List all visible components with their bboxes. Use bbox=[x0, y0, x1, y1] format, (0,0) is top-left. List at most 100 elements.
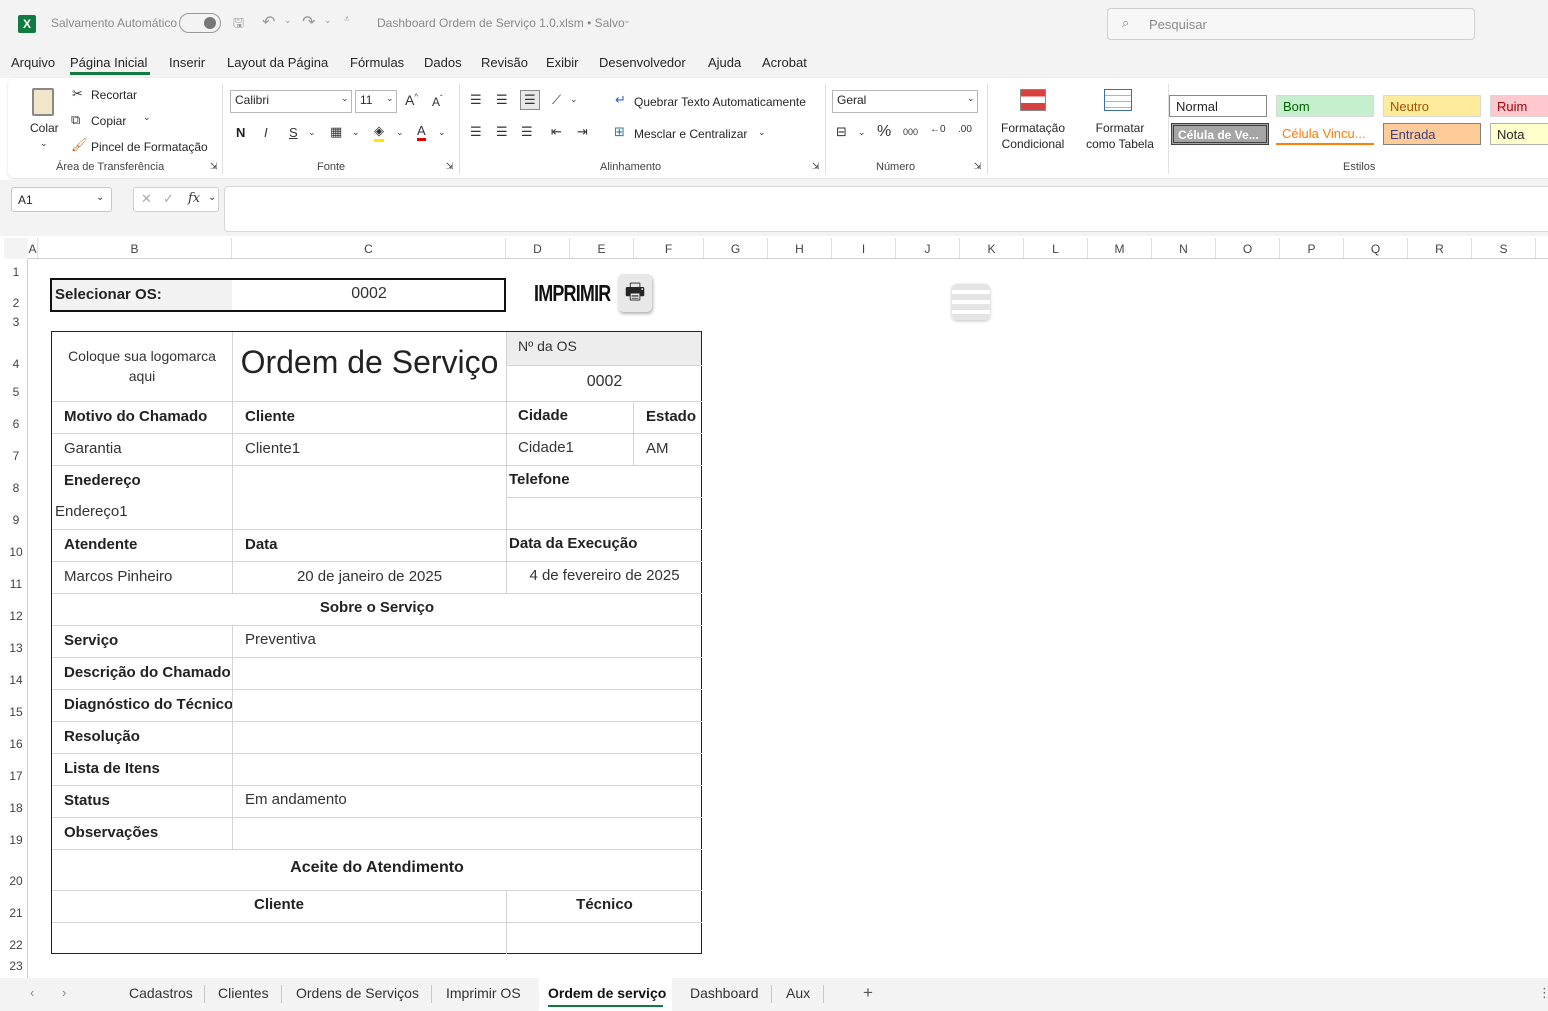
row-header[interactable]: 3 bbox=[4, 315, 28, 329]
chevron-down-icon[interactable]: ⌄ bbox=[396, 127, 404, 138]
row-header[interactable]: 20 bbox=[4, 874, 28, 888]
column-header[interactable]: I bbox=[832, 238, 896, 258]
sheet-tab-dashboard[interactable]: Dashboard bbox=[690, 985, 759, 1001]
align-middle-icon[interactable]: ☰ bbox=[496, 92, 508, 108]
tab-ajuda[interactable]: Ajuda bbox=[708, 55, 741, 70]
column-header[interactable]: E bbox=[570, 238, 634, 258]
file-title[interactable]: Dashboard Ordem de Serviço 1.0.xlsm • Sa… bbox=[377, 16, 625, 30]
cancel-icon[interactable]: ✕ bbox=[141, 191, 152, 207]
row-header[interactable]: 21 bbox=[4, 906, 28, 920]
sheet-tab-clientes[interactable]: Clientes bbox=[218, 985, 269, 1001]
increase-decimal-icon[interactable]: ←0 bbox=[930, 124, 946, 135]
row-header[interactable]: 22 bbox=[4, 938, 28, 952]
row-header[interactable]: 13 bbox=[4, 641, 28, 655]
thousands-icon[interactable]: 000 bbox=[903, 127, 918, 137]
wrap-text-button[interactable]: Quebrar Texto Automaticamente bbox=[634, 95, 806, 109]
tab-revisao[interactable]: Revisão bbox=[481, 55, 528, 70]
row-header[interactable]: 16 bbox=[4, 737, 28, 751]
column-header[interactable]: F bbox=[634, 238, 704, 258]
chevron-down-icon[interactable]: ⌄ bbox=[570, 94, 578, 105]
column-header[interactable]: D bbox=[506, 238, 570, 258]
tab-inserir[interactable]: Inserir bbox=[169, 55, 205, 70]
column-header[interactable]: O bbox=[1216, 238, 1280, 258]
tab-formulas[interactable]: Fórmulas bbox=[350, 55, 404, 70]
column-header[interactable]: L bbox=[1024, 238, 1088, 258]
column-header[interactable]: P bbox=[1280, 238, 1344, 258]
sheet-tab-cadastros[interactable]: Cadastros bbox=[129, 985, 193, 1001]
style-normal[interactable]: Normal bbox=[1169, 95, 1267, 117]
column-header[interactable]: A bbox=[28, 238, 38, 258]
column-header[interactable]: J bbox=[896, 238, 960, 258]
tab-desenvolvedor[interactable]: Desenvolvedor bbox=[599, 55, 686, 70]
merge-center-button[interactable]: Mesclar e Centralizar bbox=[634, 127, 747, 141]
select-all-corner[interactable] bbox=[4, 238, 28, 259]
printer-icon[interactable]: 🖶 bbox=[618, 274, 652, 312]
dialog-launcher-icon[interactable]: ⇲ bbox=[210, 161, 218, 172]
bold-button[interactable]: N bbox=[236, 125, 245, 140]
font-name-select[interactable]: Calibri ⌄ bbox=[230, 90, 352, 113]
undo-icon[interactable]: ↶ bbox=[262, 12, 275, 32]
chevron-down-icon[interactable]: ⌄ bbox=[308, 127, 316, 138]
row-header[interactable]: 1 bbox=[4, 265, 28, 279]
column-header[interactable]: R bbox=[1408, 238, 1472, 258]
align-left-icon[interactable]: ☰ bbox=[470, 124, 482, 140]
chevron-down-icon[interactable]: ⌄ bbox=[438, 127, 446, 138]
copy-button[interactable]: Copiar bbox=[91, 114, 126, 128]
column-header[interactable]: N bbox=[1152, 238, 1216, 258]
align-center-icon[interactable]: ☰ bbox=[496, 124, 508, 140]
align-right-icon[interactable]: ☰ bbox=[521, 124, 533, 140]
style-nota[interactable]: Nota bbox=[1490, 123, 1548, 145]
dialog-launcher-icon[interactable]: ⇲ bbox=[446, 161, 454, 172]
row-header[interactable]: 7 bbox=[4, 449, 28, 463]
number-format-select[interactable]: Geral ⌄ bbox=[832, 90, 978, 113]
paste-button[interactable]: Colar ⌄ bbox=[26, 86, 62, 156]
tab-layout[interactable]: Layout da Página bbox=[227, 55, 328, 70]
decrease-indent-icon[interactable]: ⇤ bbox=[551, 124, 562, 140]
select-os-input[interactable]: 0002 bbox=[232, 285, 506, 303]
align-top-icon[interactable]: ☰ bbox=[470, 92, 482, 108]
row-header[interactable]: 17 bbox=[4, 769, 28, 783]
fill-color-icon[interactable]: ◈ bbox=[374, 123, 384, 142]
chevron-down-icon[interactable]: ⌄ bbox=[284, 15, 292, 26]
row-header[interactable]: 10 bbox=[4, 545, 28, 559]
name-box[interactable]: A1 ⌄ bbox=[11, 187, 112, 212]
more-options-icon[interactable]: ⋮ bbox=[1538, 985, 1548, 1001]
conditional-formatting-button[interactable]: Formatação Condicional bbox=[992, 86, 1070, 156]
chevron-down-icon[interactable]: ⌄ bbox=[758, 127, 766, 138]
row-header[interactable]: 9 bbox=[4, 513, 28, 527]
cut-button[interactable]: Recortar bbox=[91, 88, 137, 102]
dialog-launcher-icon[interactable]: ⇲ bbox=[812, 161, 820, 172]
column-header[interactable]: B bbox=[38, 238, 232, 258]
column-header[interactable]: Q bbox=[1344, 238, 1408, 258]
shrink-font-icon[interactable]: Aˇ bbox=[432, 94, 443, 109]
search-box[interactable]: ⌕ Pesquisar bbox=[1107, 8, 1475, 40]
row-header[interactable]: 4 bbox=[4, 357, 28, 371]
redo-icon[interactable]: ↷ bbox=[302, 12, 315, 32]
formula-input[interactable] bbox=[224, 186, 1548, 232]
chevron-down-icon[interactable]: ⌄ bbox=[623, 15, 631, 26]
save-icon[interactable]: 🖫 bbox=[233, 14, 244, 36]
column-header[interactable]: K bbox=[960, 238, 1024, 258]
column-header[interactable]: C bbox=[232, 238, 506, 258]
row-header[interactable]: 6 bbox=[4, 417, 28, 431]
worksheet[interactable]: ABCDEFGHIJKLMNOPQRS 1 2 3 4 5 6 7 8 9 10 11 12 13 14 1… bbox=[4, 238, 1548, 979]
tab-exibir[interactable]: Exibir bbox=[546, 55, 579, 70]
sheet-tab-aux[interactable]: Aux bbox=[786, 985, 810, 1001]
style-ruim[interactable]: Ruim bbox=[1490, 95, 1548, 117]
enter-icon[interactable]: ✓ bbox=[163, 191, 174, 207]
currency-icon[interactable]: ⊟ bbox=[836, 124, 847, 140]
column-header[interactable]: M bbox=[1088, 238, 1152, 258]
customize-qat-icon[interactable]: ⩡ bbox=[344, 14, 350, 25]
autosave-toggle[interactable] bbox=[179, 13, 221, 33]
row-header[interactable]: 15 bbox=[4, 705, 28, 719]
menu-icon[interactable] bbox=[952, 284, 990, 320]
row-header[interactable]: 23 bbox=[4, 959, 28, 973]
row-header[interactable]: 19 bbox=[4, 833, 28, 847]
imprimir-button[interactable]: IMPRIMIR bbox=[534, 280, 610, 307]
decrease-decimal-icon[interactable]: .00 bbox=[958, 124, 972, 135]
style-entrada[interactable]: Entrada bbox=[1383, 123, 1481, 145]
font-color-icon[interactable]: A bbox=[417, 123, 426, 141]
borders-icon[interactable]: ▦ bbox=[330, 124, 342, 140]
align-bottom-icon[interactable]: ☰ bbox=[520, 90, 540, 110]
dialog-launcher-icon[interactable]: ⇲ bbox=[974, 161, 982, 172]
